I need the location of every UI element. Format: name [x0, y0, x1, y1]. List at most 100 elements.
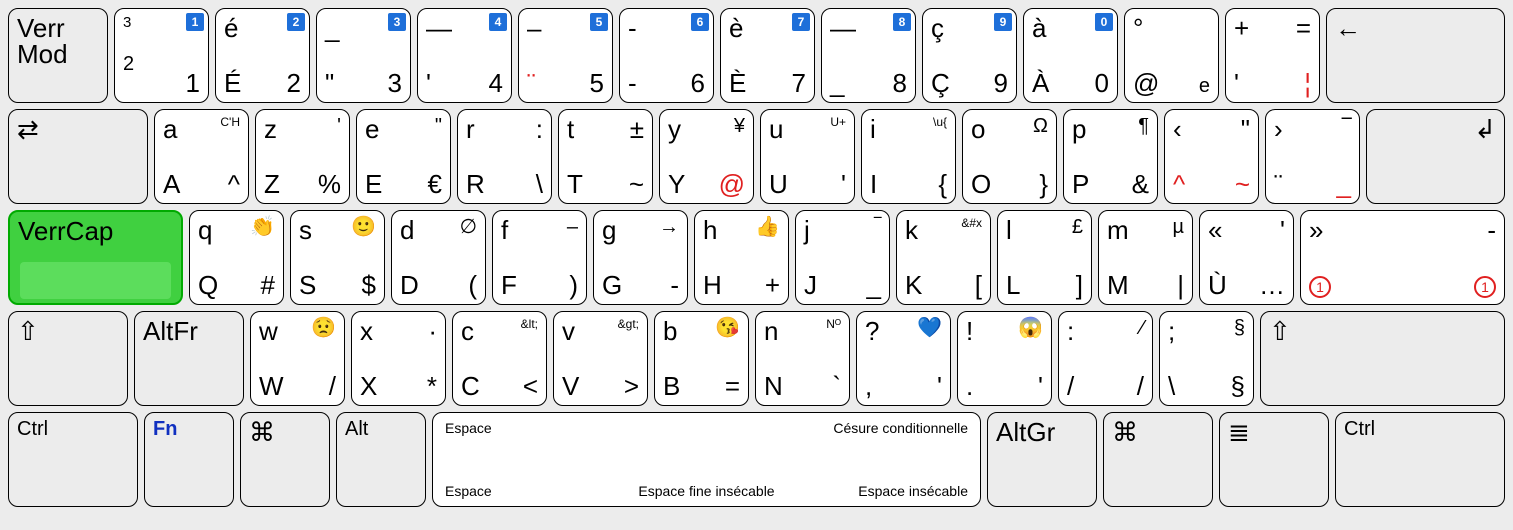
tr: µ — [1172, 217, 1184, 237]
key-k[interactable]: k &#x K [ — [896, 210, 991, 305]
key-2[interactable]: é É 2 2 — [215, 8, 310, 103]
br: / — [329, 373, 336, 399]
key-exclaim[interactable]: ! 😱 . ' — [957, 311, 1052, 406]
bl: E — [365, 171, 382, 197]
key-z[interactable]: z ' Z % — [255, 109, 350, 204]
bl: X — [360, 373, 377, 399]
tl: : — [1067, 318, 1074, 344]
key-menu[interactable]: ≣ — [1219, 412, 1329, 507]
br: 7 — [792, 70, 806, 96]
shift-icon: ⇧ — [1269, 318, 1291, 344]
key-degree[interactable]: ° @ e — [1124, 8, 1219, 103]
key-v[interactable]: v &gt; V > — [553, 311, 648, 406]
key-altgr[interactable]: AltGr — [987, 412, 1097, 507]
key-cmd-right[interactable]: ⌘ — [1103, 412, 1213, 507]
key-8[interactable]: — _ 8 8 — [821, 8, 916, 103]
key-guillemet-r[interactable]: › ‾ ¨ _ — [1265, 109, 1360, 204]
key-o[interactable]: o Ω O } — [962, 109, 1057, 204]
tr: 💙 — [917, 318, 942, 338]
key-capslock[interactable]: VerrCap — [8, 210, 183, 305]
key-m[interactable]: m µ M | — [1098, 210, 1193, 305]
key-7[interactable]: è È 7 7 — [720, 8, 815, 103]
key-n[interactable]: n Nᴼ N ` — [755, 311, 850, 406]
key-6[interactable]: - - 6 6 — [619, 8, 714, 103]
tr: " — [435, 116, 442, 136]
bl: , — [865, 373, 872, 399]
label: Fn — [153, 419, 177, 439]
tl: s — [299, 217, 312, 243]
bl: T — [567, 171, 583, 197]
key-u[interactable]: u U+ U ' — [760, 109, 855, 204]
command-icon: ⌘ — [249, 419, 275, 445]
key-g[interactable]: g → G - — [593, 210, 688, 305]
key-ctrl-right[interactable]: Ctrl — [1335, 412, 1505, 507]
badge: 0 — [1095, 13, 1113, 31]
keyboard: VerrMod 3 2 1 1 é É 2 2 _ " 3 3 — ' 4 4 … — [8, 8, 1505, 507]
tr: : — [536, 116, 543, 142]
key-ctrl-left[interactable]: Ctrl — [8, 412, 138, 507]
key-colon[interactable]: : ⁄ / / — [1058, 311, 1153, 406]
key-t[interactable]: t ± T ~ — [558, 109, 653, 204]
key-w[interactable]: w 😟 W / — [250, 311, 345, 406]
key-h[interactable]: h 👍 H + — [694, 210, 789, 305]
bl: - — [628, 70, 637, 96]
br: 0 — [1095, 70, 1109, 96]
tr: 😱 — [1018, 318, 1043, 338]
key-9[interactable]: ç Ç 9 9 — [922, 8, 1017, 103]
key-l[interactable]: l £ L ] — [997, 210, 1092, 305]
tr: &#x — [961, 217, 982, 229]
key-q[interactable]: q 👏 Q # — [189, 210, 284, 305]
br: $ — [362, 272, 376, 298]
tr: ' — [1280, 217, 1285, 243]
key-altfr[interactable]: AltFr — [134, 311, 244, 406]
key-r[interactable]: r : R \ — [457, 109, 552, 204]
key-question[interactable]: ? 💙 , ' — [856, 311, 951, 406]
key-shift-right[interactable]: ⇧ — [1260, 311, 1505, 406]
key-tab[interactable]: ⇄ — [8, 109, 148, 204]
key-circled[interactable]: » - 1 1 — [1300, 210, 1505, 305]
label: Alt — [345, 419, 368, 439]
key-alt[interactable]: Alt — [336, 412, 426, 507]
key-semicolon[interactable]: ; § \ § — [1159, 311, 1254, 406]
key-guillemet-l[interactable]: ‹ " ^ ~ — [1164, 109, 1259, 204]
label: Ctrl — [1344, 419, 1375, 439]
key-space[interactable]: Espace Césure conditionnelle Espace Espa… — [432, 412, 981, 507]
key-x[interactable]: x · X * — [351, 311, 446, 406]
key-b[interactable]: b 😘 B = — [654, 311, 749, 406]
key-p[interactable]: p ¶ P & — [1063, 109, 1158, 204]
bl: É — [224, 70, 241, 96]
key-plus[interactable]: + = ' ¦ — [1225, 8, 1320, 103]
tl: f — [501, 217, 508, 243]
key-c[interactable]: c &lt; C < — [452, 311, 547, 406]
br: 6 — [691, 70, 705, 96]
key-i[interactable]: i \u{ I { — [861, 109, 956, 204]
key-y[interactable]: y ¥ Y @ — [659, 109, 754, 204]
key-backspace[interactable]: ← — [1326, 8, 1505, 103]
circled-1-icon: 1 — [1474, 276, 1496, 298]
key-3[interactable]: _ " 3 3 — [316, 8, 411, 103]
tl: _ — [325, 15, 339, 41]
key-enter[interactable]: ↲ — [1366, 109, 1505, 204]
key-d[interactable]: d ∅ D ( — [391, 210, 486, 305]
key-f[interactable]: f – F ) — [492, 210, 587, 305]
key-4[interactable]: — ' 4 4 — [417, 8, 512, 103]
key-j[interactable]: j ‾ J _ — [795, 210, 890, 305]
key-shift-left[interactable]: ⇧ — [8, 311, 128, 406]
bl: / — [1067, 373, 1074, 399]
key-5[interactable]: – ¨ 5 5 — [518, 8, 613, 103]
tr: ‾ — [1342, 116, 1351, 142]
key-verrmod[interactable]: VerrMod — [8, 8, 108, 103]
key-e[interactable]: e " E € — [356, 109, 451, 204]
key-0[interactable]: à À 0 0 — [1023, 8, 1118, 103]
tr: Ω — [1033, 116, 1048, 136]
tl: v — [562, 318, 575, 344]
key-1[interactable]: 3 2 1 1 — [114, 8, 209, 103]
tl: o — [971, 116, 985, 142]
key-s[interactable]: s 🙂 S $ — [290, 210, 385, 305]
key-u-grave[interactable]: « ' Ù … — [1199, 210, 1294, 305]
badge: 8 — [893, 13, 911, 31]
key-fn[interactable]: Fn — [144, 412, 234, 507]
key-a[interactable]: a C'H A ^ — [154, 109, 249, 204]
key-cmd-left[interactable]: ⌘ — [240, 412, 330, 507]
bl: . — [966, 373, 973, 399]
